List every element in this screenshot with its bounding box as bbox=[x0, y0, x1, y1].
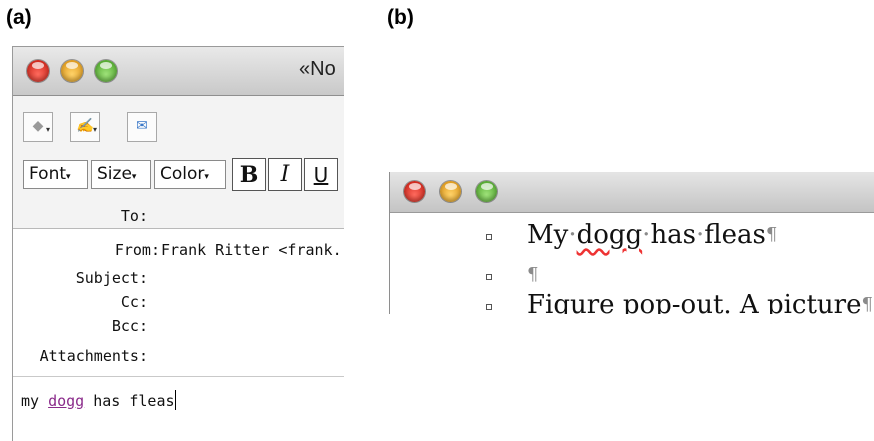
size-button-label: Size bbox=[97, 164, 132, 184]
pilcrow-icon: ¶ bbox=[861, 294, 873, 314]
bullet-icon bbox=[486, 274, 492, 280]
list-item-label: Figure pop-out. A picture bbox=[527, 290, 862, 314]
address-book-button[interactable]: ✉ bbox=[127, 112, 157, 142]
chevron-down-icon: ▾ bbox=[204, 172, 209, 182]
document-window: My·dogg·has·fleas¶ ¶ Figure pop-out. A p… bbox=[389, 172, 874, 314]
body-text-start: my bbox=[21, 392, 49, 410]
close-button[interactable] bbox=[27, 60, 49, 82]
mail-compose-window: «No ◆ ▾ ✍ ▾ ✉ Font▾ Size▾ Color▾ B I U To:… bbox=[12, 46, 344, 441]
pilcrow-icon: ¶ bbox=[527, 264, 539, 285]
title-bar: «No bbox=[13, 47, 344, 96]
signature-button[interactable]: ✍ ▾ bbox=[70, 112, 100, 142]
zoom-button[interactable] bbox=[95, 60, 117, 82]
subject-label: Subject: bbox=[75, 269, 148, 287]
italic-button[interactable]: I bbox=[268, 158, 302, 191]
divider bbox=[13, 376, 344, 377]
minimize-button[interactable] bbox=[61, 60, 83, 82]
priority-button[interactable]: ◆ ▾ bbox=[23, 112, 53, 142]
cc-label: Cc: bbox=[120, 293, 148, 311]
zoom-button[interactable] bbox=[476, 181, 497, 202]
title-bar bbox=[390, 172, 874, 213]
bullet-icon bbox=[486, 234, 492, 240]
window-title: «No bbox=[299, 58, 336, 80]
text-caret bbox=[174, 390, 176, 410]
toolbar: ◆ ▾ ✍ ▾ ✉ Font▾ Size▾ Color▾ B I U bbox=[13, 96, 344, 229]
list-item-text[interactable]: Figure pop-out. A picture¶ bbox=[527, 290, 873, 314]
list-item[interactable]: Figure pop-out. A picture¶ bbox=[390, 290, 874, 314]
list-item[interactable]: ¶ bbox=[390, 260, 874, 294]
chevron-down-icon: ▾ bbox=[92, 125, 97, 134]
attachments-label: Attachments: bbox=[39, 347, 148, 365]
priority-icon: ◆ bbox=[32, 118, 44, 134]
body-text-rest: has fleas bbox=[84, 392, 175, 410]
word: My bbox=[527, 220, 569, 250]
chevron-down-icon: ▾ bbox=[45, 125, 50, 134]
message-body[interactable]: my dogg has fleas bbox=[21, 390, 176, 410]
minimize-button[interactable] bbox=[440, 181, 461, 202]
space-mark: · bbox=[568, 220, 577, 250]
font-button-label: Font bbox=[29, 164, 67, 184]
to-label: To: bbox=[120, 207, 148, 225]
word: fleas bbox=[704, 220, 766, 250]
panel-label-b: (b) bbox=[387, 6, 414, 29]
word: has bbox=[650, 220, 697, 250]
color-button[interactable]: Color▾ bbox=[154, 160, 226, 189]
close-button[interactable] bbox=[404, 181, 425, 202]
bullet-icon bbox=[486, 304, 492, 310]
list-item[interactable]: My·dogg·has·fleas¶ bbox=[390, 220, 874, 254]
bold-button[interactable]: B bbox=[232, 158, 266, 191]
color-button-label: Color bbox=[160, 164, 205, 184]
from-field[interactable]: Frank Ritter <frank.r bbox=[161, 241, 344, 259]
chevron-down-icon: ▾ bbox=[66, 172, 71, 182]
font-button[interactable]: Font▾ bbox=[23, 160, 88, 189]
size-button[interactable]: Size▾ bbox=[91, 160, 151, 189]
misspelled-word[interactable]: dogg bbox=[48, 392, 84, 410]
underline-button[interactable]: U bbox=[304, 158, 338, 191]
signature-icon: ✍ bbox=[76, 118, 94, 134]
from-label: From: bbox=[114, 241, 160, 259]
chevron-down-icon: ▾ bbox=[131, 172, 137, 182]
list-item-text[interactable]: My·dogg·has·fleas¶ bbox=[527, 220, 777, 250]
list-item-text[interactable]: ¶ bbox=[527, 260, 538, 290]
panel-label-a: (a) bbox=[6, 6, 32, 29]
address-book-icon: ✉ bbox=[136, 118, 148, 134]
misspelled-word[interactable]: dogg bbox=[577, 220, 643, 250]
bcc-label: Bcc: bbox=[111, 317, 148, 335]
pilcrow-icon: ¶ bbox=[765, 224, 778, 245]
